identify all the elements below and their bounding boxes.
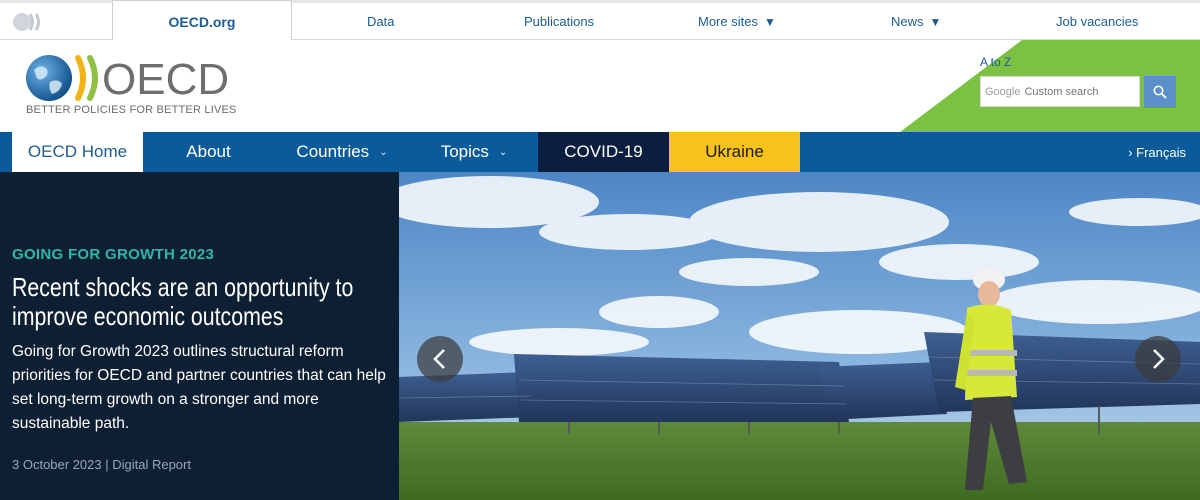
oecd-globe-logo-icon: OECD [26,55,229,104]
top-links: Data Publications More sites ▼ News ▼ Job … [292,3,1200,40]
hero-meta: 3 October 2023 | Digital Report [12,457,191,472]
top-link-more-sites-label: More sites [698,14,758,29]
nav-francais[interactable]: › Français [1128,132,1186,172]
search-box[interactable]: Google [980,76,1140,107]
top-link-publications[interactable]: Publications [524,14,594,29]
chevron-left-icon [433,349,445,369]
oecd-mini-logo-icon[interactable] [12,10,48,34]
hero-text-panel: GOING FOR GROWTH 2023 Recent shocks are … [0,172,399,500]
caret-down-icon: ▼ [763,15,776,29]
google-label: Google [985,85,1021,98]
top-link-news-label: News [891,14,924,29]
main-nav: OECD Home About Countries ⌄ Topics ⌄ COVID… [0,132,1200,172]
nav-oecd-home[interactable]: OECD Home [12,132,143,172]
a-to-z-link[interactable]: A to Z [980,55,1011,69]
caret-down-icon: ▼ [929,15,942,29]
oecd-wordmark: OECD [102,55,229,104]
solar-field-photo [399,172,1200,500]
chevron-right-icon [1153,349,1165,369]
top-link-more-sites[interactable]: More sites ▼ [698,14,776,29]
tab-oecd-org[interactable]: OECD.org [112,0,292,43]
hero-kicker[interactable]: GOING FOR GROWTH 2023 [12,246,214,263]
nav-topics[interactable]: Topics ⌄ [424,132,524,172]
search-icon [1153,85,1167,99]
top-link-data[interactable]: Data [367,14,394,29]
logo-tagline: BETTER POLICIES FOR BETTER LIVES [26,104,237,116]
carousel-prev-button[interactable] [417,336,463,382]
nav-countries[interactable]: Countries ⌄ [280,132,404,172]
oecd-logo[interactable]: OECD BETTER POLICIES FOR BETTER LIVES [24,52,237,122]
top-link-job-vacancies[interactable]: Job vacancies [1056,14,1138,29]
chevron-down-icon: ⌄ [498,146,508,158]
nav-covid-19[interactable]: COVID-19 [538,132,669,172]
carousel-next-button[interactable] [1135,336,1181,382]
top-bar: OECD.org Data Publications More sites ▼ N… [0,0,1200,43]
search-button[interactable] [1144,76,1176,108]
top-link-news[interactable]: News ▼ [891,14,941,29]
nav-countries-label: Countries [296,142,370,161]
nav-ukraine[interactable]: Ukraine [669,132,800,172]
hero-image[interactable] [399,172,1200,500]
hero-headline[interactable]: Recent shocks are an opportunity to impr… [12,273,381,331]
nav-topics-label: Topics [440,142,489,161]
search-input[interactable] [1024,85,1135,98]
chevron-down-icon: ⌄ [379,146,388,158]
hero-description: Going for Growth 2023 outlines structura… [12,343,386,432]
nav-about[interactable]: About [143,132,274,172]
